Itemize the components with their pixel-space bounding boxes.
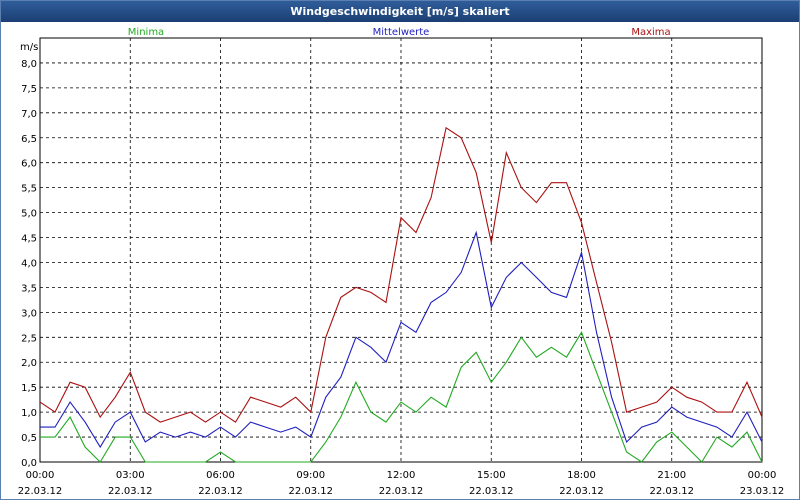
x-tick-time: 00:00 — [26, 470, 55, 481]
x-tick-time: 12:00 — [387, 470, 416, 481]
y-axis-ticks: 0,0 0,5 1,0 1,5 2,0 2,5 3,0 3,5 4,0 4,5 5,0 5,5 6,0 6… — [21, 59, 37, 469]
x-tick-time: 21:00 — [657, 470, 686, 481]
y-axis-label: m/s — [20, 42, 38, 53]
y-tick-label: 7,0 — [21, 109, 37, 120]
wind-speed-chart: 0,0 0,5 1,0 1,5 2,0 2,5 3,0 3,5 4,0 4,5 5,0 5,5 6,0 6… — [18, 27, 785, 497]
x-tick-date: 22.03.12 — [559, 486, 604, 497]
y-tick-label: 3,5 — [21, 283, 37, 294]
x-tick-time: 15:00 — [477, 470, 506, 481]
y-tick-label: 7,5 — [21, 84, 37, 95]
y-tick-label: 1,5 — [21, 383, 37, 394]
x-tick-time: 03:00 — [116, 470, 145, 481]
x-tick-date: 22.03.12 — [649, 486, 694, 497]
x-tick-date: 22.03.12 — [379, 486, 424, 497]
legend-minima: Minima — [128, 27, 164, 38]
y-tick-label: 0,0 — [21, 458, 37, 469]
y-tick-label: 1,0 — [21, 408, 37, 419]
x-tick-time: 06:00 — [206, 470, 235, 481]
y-tick-label: 6,5 — [21, 134, 37, 145]
y-tick-label: 6,0 — [21, 159, 37, 170]
x-tick-time: 09:00 — [296, 470, 325, 481]
y-tick-label: 0,5 — [21, 433, 37, 444]
legend-maxima: Maxima — [631, 27, 670, 38]
grid — [40, 38, 762, 463]
y-tick-label: 8,0 — [21, 59, 37, 70]
y-tick-label: 5,5 — [21, 184, 37, 195]
y-tick-label: 2,5 — [21, 333, 37, 344]
x-tick-date: 22.03.12 — [108, 486, 153, 497]
y-tick-label: 3,0 — [21, 308, 37, 319]
x-axis-ticks: 00:00 22.03.12 03:00 22.03.12 06:00 22.03.12 0… — [18, 470, 785, 497]
legend-mittelwerte: Mittelwerte — [373, 27, 430, 38]
y-tick-label: 4,0 — [21, 258, 37, 269]
x-tick-date: 23.03.12 — [740, 486, 785, 497]
x-tick-time: 18:00 — [567, 470, 596, 481]
x-tick-date: 22.03.12 — [288, 486, 333, 497]
x-tick-date: 22.03.12 — [469, 486, 514, 497]
y-tick-label: 2,0 — [21, 358, 37, 369]
x-tick-time: 00:00 — [748, 470, 777, 481]
legend: Minima Mittelwerte Maxima — [128, 27, 671, 38]
y-tick-label: 4,5 — [21, 234, 37, 245]
x-tick-date: 22.03.12 — [198, 486, 243, 497]
x-tick-date: 22.03.12 — [18, 486, 63, 497]
y-tick-label: 5,0 — [21, 209, 37, 220]
